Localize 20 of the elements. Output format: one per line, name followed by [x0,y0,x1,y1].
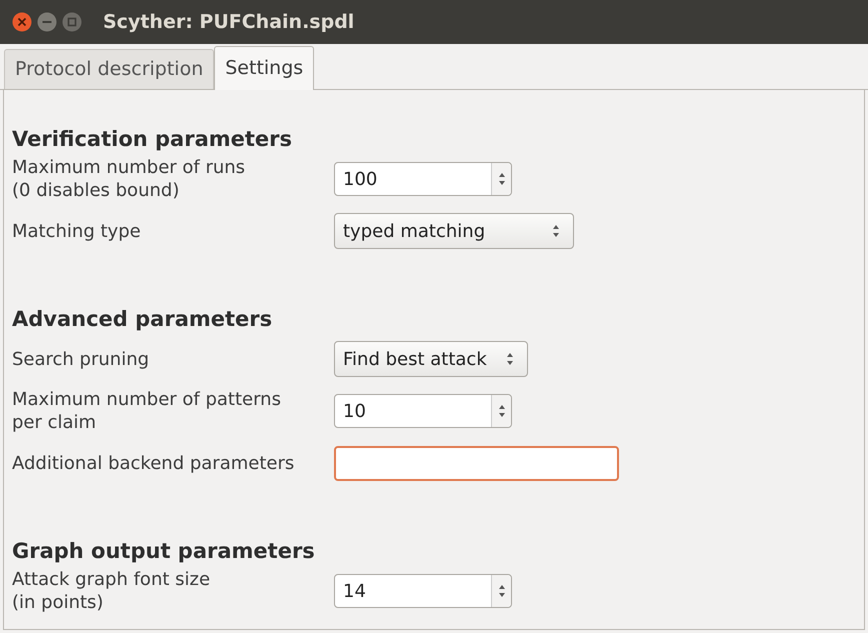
dropdown[interactable]: typed matching [334,213,574,249]
close-icon[interactable] [12,12,32,32]
field-label: Maximum number of runs (0 disables bound) [12,156,246,202]
spin-box[interactable]: 14 [334,574,512,608]
tab[interactable]: Settings [214,46,314,90]
field-label: Search pruning [12,348,150,370]
section-heading: Advanced parameters [12,306,274,332]
spin-box[interactable]: 100 [334,162,512,196]
dropdown[interactable]: Find best attack [334,341,528,377]
section-heading: Verification parameters [12,126,294,152]
tab[interactable]: Protocol description [4,49,214,89]
field-label: Attack graph font size (in points) [12,568,212,614]
field-label: Matching type [12,220,142,242]
window-title: Scyther: PUFChain.spdl [103,10,354,35]
input-field[interactable] [334,446,619,480]
minimize-icon[interactable] [37,12,57,32]
field-label: Additional backend parameters [12,452,296,474]
spin-box[interactable]: 10 [334,394,512,428]
section-heading: Graph output parameters [12,538,316,564]
field-label: Maximum number of patterns per claim [12,388,282,434]
